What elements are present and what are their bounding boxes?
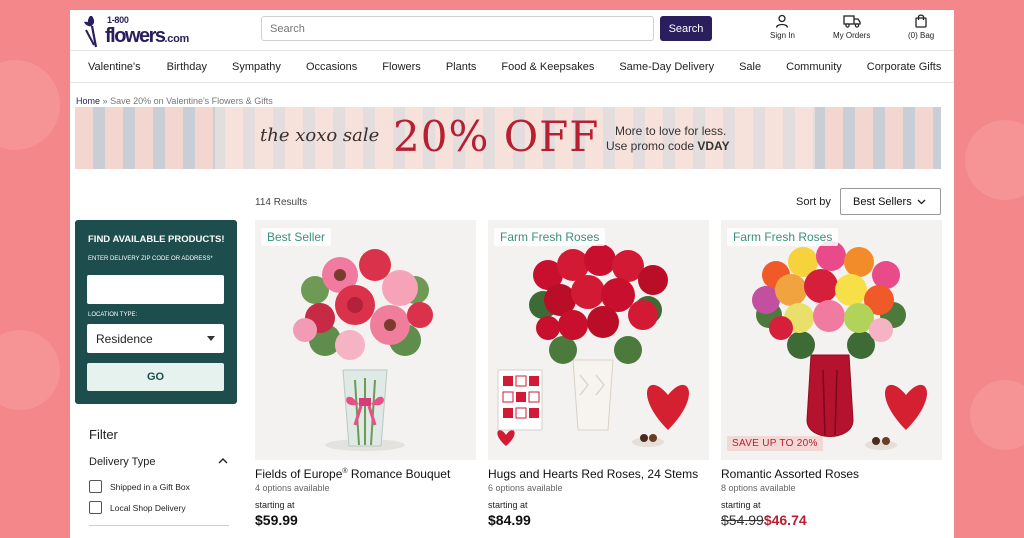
my-orders-label: My Orders (833, 31, 871, 40)
bag-icon (915, 14, 927, 28)
breadcrumb-separator: » (102, 96, 108, 106)
nav-item-birthday[interactable]: Birthday (167, 61, 207, 73)
zip-field-label: ENTER DELIVERY ZIP CODE OR ADDRESS* (88, 256, 213, 262)
checkbox[interactable] (89, 501, 102, 514)
delivery-type-toggle[interactable]: Delivery Type (89, 456, 155, 468)
product-name[interactable]: Fields of Europe® Romance Bouquet (255, 467, 450, 481)
breadcrumb-current: Save 20% on Valentine's Flowers & Gifts (110, 96, 273, 106)
product-name-text: Fields of Europe (255, 467, 343, 481)
banner-promo-line: Use promo code VDAY (606, 139, 730, 153)
product-options-count: 8 options available (721, 483, 796, 493)
roses-illustration (488, 220, 709, 460)
bouquet-illustration (255, 220, 476, 460)
nav-item-corporate-gifts[interactable]: Corporate Gifts (867, 61, 942, 73)
nav-item-plants[interactable]: Plants (446, 61, 477, 73)
chevron-down-icon (917, 199, 926, 205)
go-button[interactable]: GO (87, 363, 224, 391)
product-badge: Best Seller (261, 228, 332, 246)
product-options-count: 6 options available (488, 483, 563, 493)
nav-item-valentines[interactable]: Valentine's (88, 61, 141, 73)
background-heart-shape (0, 330, 60, 410)
nav-item-flowers[interactable]: Flowers (382, 61, 421, 73)
search-button[interactable]: Search (660, 16, 712, 41)
sort-select[interactable]: Best Sellers (840, 188, 941, 215)
zip-code-input[interactable] (87, 275, 224, 304)
bag-label: (0) Bag (908, 31, 935, 40)
nav-item-sale[interactable]: Sale (739, 61, 761, 73)
product-starting-at: starting at (488, 500, 528, 510)
sale-badge: SAVE UP TO 20% (727, 436, 823, 451)
search-input[interactable] (261, 16, 654, 41)
sign-in-label: Sign In (770, 31, 795, 40)
caret-down-icon (207, 336, 215, 341)
location-type-label: LOCATION TYPE: (88, 312, 138, 318)
banner-promo-prefix: Use promo code (606, 139, 698, 153)
banner-headline: 20% OFF (393, 112, 600, 161)
finder-title: FIND AVAILABLE PRODUCTS! (88, 234, 225, 245)
product-price: $54.99$46.74 (721, 512, 807, 528)
product-name-suffix: Romance Bouquet (347, 467, 451, 481)
background-heart-shape (970, 380, 1024, 450)
filter-option-label: Shipped in a Gift Box (110, 481, 190, 492)
product-image[interactable] (488, 220, 709, 460)
product-card[interactable]: Farm Fresh Roses Hugs and Hearts Red Ros… (488, 220, 709, 538)
logo-top-text: 1-800 (107, 15, 129, 25)
banner-tagline: More to love for less. (615, 124, 727, 138)
promo-banner[interactable]: the xoxo sale 20% OFF More to love for l… (75, 107, 941, 169)
assorted-roses-illustration (721, 220, 942, 460)
product-image[interactable] (255, 220, 476, 460)
banner-promo-code: VDAY (697, 139, 730, 153)
logo-wordmark: flowers.com (105, 25, 189, 48)
truck-icon (843, 15, 861, 28)
background-heart-shape (0, 60, 60, 150)
breadcrumb: Home » Save 20% on Valentine's Flowers &… (76, 96, 273, 106)
logo-suffix-text: .com (164, 33, 190, 45)
product-card[interactable]: Best Seller Fields of Europe® Romance Bo… (255, 220, 476, 538)
filter-option-gift-box[interactable]: Shipped in a Gift Box (89, 480, 190, 493)
product-options-count: 4 options available (255, 483, 330, 493)
page: 1-800 flowers.com Search Sign In My Orde… (70, 10, 954, 538)
banner-script-text: the xoxo sale (260, 125, 380, 146)
product-price: $84.99 (488, 512, 531, 528)
product-name[interactable]: Hugs and Hearts Red Roses, 24 Stems (488, 467, 698, 481)
product-starting-at: starting at (255, 500, 295, 510)
location-type-select[interactable]: Residence (87, 324, 224, 353)
product-card[interactable]: Farm Fresh Roses SAVE UP TO 20% Romantic… (721, 220, 942, 538)
nav-item-same-day-delivery[interactable]: Same-Day Delivery (619, 61, 714, 73)
site-header: 1-800 flowers.com Search Sign In My Orde… (70, 10, 954, 50)
breadcrumb-home-link[interactable]: Home (76, 96, 100, 106)
bag-button[interactable]: (0) Bag (908, 14, 934, 40)
logo-main-text: flowers (105, 25, 166, 47)
main-nav: Valentine's Birthday Sympathy Occasions … (70, 50, 954, 83)
product-badge: Farm Fresh Roses (494, 228, 606, 246)
filter-heading: Filter (89, 427, 118, 442)
original-price: $54.99 (721, 512, 764, 528)
flower-logo-icon (84, 16, 98, 48)
product-name[interactable]: Romantic Assorted Roses (721, 467, 859, 481)
filter-option-local-shop[interactable]: Local Shop Delivery (89, 501, 186, 514)
product-price: $59.99 (255, 512, 298, 528)
nav-item-community[interactable]: Community (786, 61, 842, 73)
location-type-value: Residence (96, 331, 153, 346)
site-logo[interactable]: 1-800 flowers.com (82, 12, 189, 48)
my-orders-button[interactable]: My Orders (833, 14, 870, 40)
filter-divider (89, 525, 229, 526)
background-heart-shape (965, 120, 1024, 200)
nav-item-food-keepsakes[interactable]: Food & Keepsakes (501, 61, 594, 73)
product-badge: Farm Fresh Roses (727, 228, 839, 246)
user-icon (776, 14, 789, 28)
sale-price: $46.74 (763, 512, 807, 528)
product-finder-panel: FIND AVAILABLE PRODUCTS! ENTER DELIVERY … (75, 220, 237, 404)
results-count: 114 Results (255, 197, 308, 208)
filter-option-label: Local Shop Delivery (110, 502, 186, 513)
nav-item-occasions[interactable]: Occasions (306, 61, 357, 73)
checkbox[interactable] (89, 480, 102, 493)
product-image[interactable] (721, 220, 942, 460)
product-starting-at: starting at (721, 500, 761, 510)
chevron-up-icon[interactable] (218, 457, 228, 465)
sort-label: Sort by (796, 196, 831, 208)
sort-value: Best Sellers (853, 195, 912, 208)
sign-in-button[interactable]: Sign In (770, 14, 795, 40)
nav-item-sympathy[interactable]: Sympathy (232, 61, 281, 73)
